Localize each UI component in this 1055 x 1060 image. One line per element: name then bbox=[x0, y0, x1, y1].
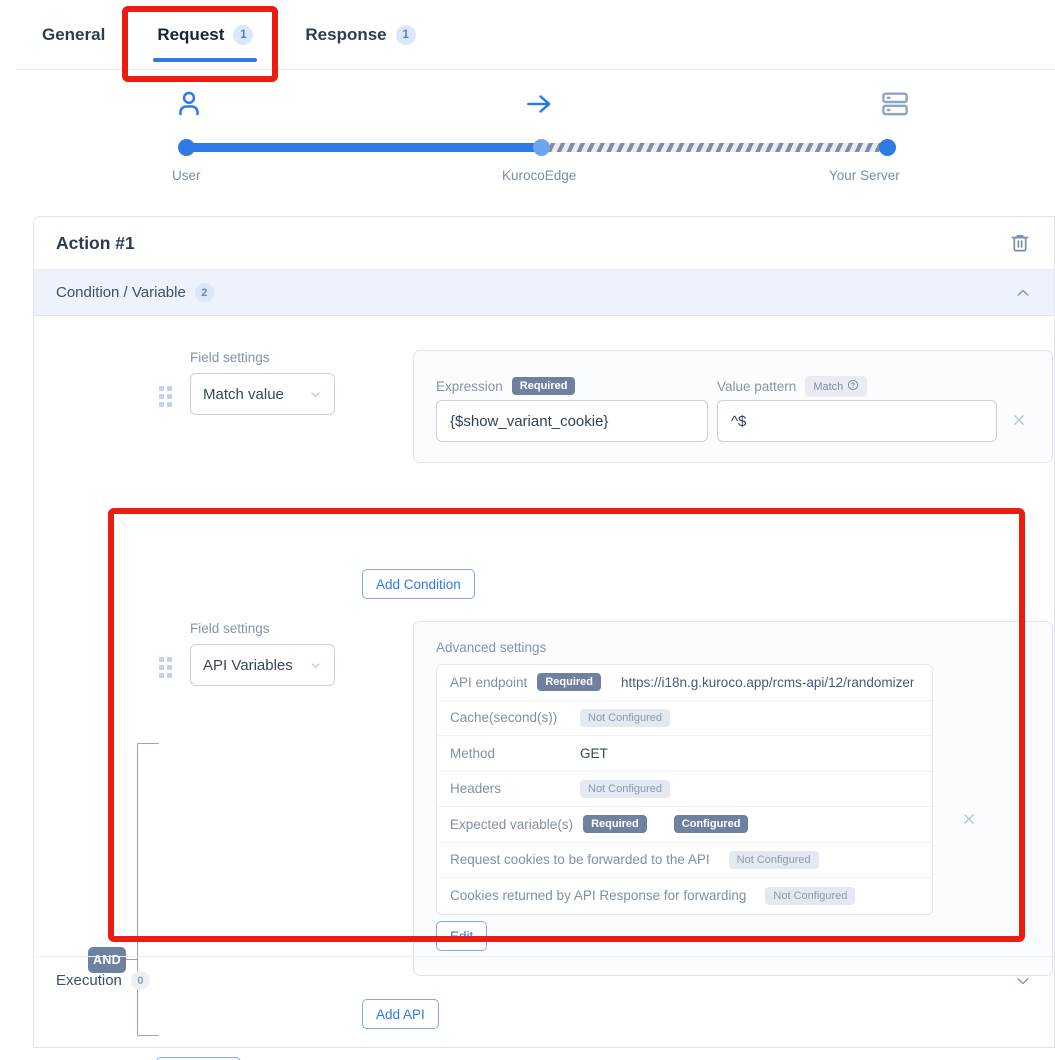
flow-segment-completed bbox=[185, 143, 541, 152]
request-flow-diagram: User KurocoEdge Your Server bbox=[172, 88, 912, 193]
flow-node-user bbox=[178, 139, 195, 156]
field-type-select-1[interactable]: Match value bbox=[190, 373, 335, 415]
expression-label-group: Expression Required bbox=[436, 377, 576, 395]
value-pattern-label-group: Value pattern Match bbox=[717, 376, 868, 397]
table-row: Expected variable(s) Required Configured bbox=[437, 807, 932, 843]
expected-variables-required-badge: Required bbox=[583, 815, 647, 834]
app-root: General Request 1 Response 1 User Kuroco… bbox=[0, 0, 1055, 1060]
tab-bar: General Request 1 Response 1 bbox=[16, 0, 1055, 70]
field-type-value-1: Match value bbox=[203, 385, 284, 403]
value-pattern-match-badge[interactable]: Match bbox=[805, 376, 868, 397]
tab-response[interactable]: Response 1 bbox=[279, 0, 441, 69]
cache-key: Cache(second(s)) bbox=[450, 710, 558, 726]
expression-input[interactable]: {$show_variant_cookie} bbox=[436, 400, 708, 442]
request-cookies-status-badge: Not Configured bbox=[728, 850, 819, 869]
api-endpoint-required-badge: Required bbox=[537, 673, 601, 692]
value-pattern-input[interactable]: ^$ bbox=[717, 400, 997, 442]
add-condition-label: Add Condition bbox=[376, 576, 461, 592]
table-row: Request cookies to be forwarded to the A… bbox=[437, 843, 932, 878]
condition-expression-panel: Expression Required {$show_variant_cooki… bbox=[413, 350, 1053, 463]
flow-segment-pending bbox=[541, 143, 886, 152]
tab-general[interactable]: General bbox=[16, 0, 131, 69]
chevron-down-icon bbox=[309, 659, 322, 672]
drag-handle-icon[interactable] bbox=[159, 386, 173, 407]
table-row: Headers Not Configured bbox=[437, 772, 932, 807]
chevron-up-icon[interactable] bbox=[1014, 284, 1032, 302]
expected-variables-key: Expected variable(s) bbox=[450, 816, 574, 832]
cache-status-badge: Not Configured bbox=[580, 708, 670, 727]
chevron-down-icon bbox=[309, 388, 322, 401]
flow-label-your-server: Your Server bbox=[829, 168, 900, 183]
field-settings-label-2: Field settings bbox=[190, 621, 270, 636]
tab-request[interactable]: Request 1 bbox=[131, 0, 279, 69]
api-endpoint-value: https://i18n.g.kuroco.app/rcms-api/12/ra… bbox=[621, 674, 915, 690]
response-cookies-status-badge: Not Configured bbox=[765, 886, 856, 905]
remove-value-pattern-icon[interactable] bbox=[1010, 411, 1028, 429]
execution-label: Execution bbox=[56, 972, 122, 989]
tab-general-label: General bbox=[42, 24, 106, 44]
flow-progress-track bbox=[172, 139, 898, 156]
arrow-right-icon bbox=[522, 88, 556, 120]
add-condition-button[interactable]: Add Condition bbox=[362, 569, 475, 599]
value-pattern-match-text: Match bbox=[813, 380, 844, 393]
chevron-down-icon[interactable] bbox=[1014, 972, 1032, 990]
execution-count: 0 bbox=[130, 971, 150, 990]
method-value: GET bbox=[580, 745, 608, 761]
tab-response-label: Response bbox=[305, 24, 387, 44]
edit-api-label: Edit bbox=[450, 928, 474, 944]
expected-variables-configured-badge: Configured bbox=[673, 815, 749, 834]
response-cookies-key: Cookies returned by API Response for for… bbox=[450, 888, 747, 904]
table-row: Cache(second(s)) Not Configured bbox=[437, 701, 932, 736]
flow-node-kurocoedge bbox=[533, 139, 550, 156]
table-row: Method GET bbox=[437, 736, 932, 772]
field-type-value-2: API Variables bbox=[203, 656, 293, 674]
request-cookies-key: Request cookies to be forwarded to the A… bbox=[450, 852, 710, 868]
drag-handle-icon[interactable] bbox=[159, 657, 173, 678]
expression-value: {$show_variant_cookie} bbox=[450, 412, 609, 430]
action-card: Action #1 Condition / Variable 2 AND Fie… bbox=[33, 216, 1055, 1060]
expression-label: Expression bbox=[436, 378, 503, 394]
tab-request-count: 1 bbox=[233, 24, 254, 45]
condition-variable-section-header[interactable]: Condition / Variable 2 bbox=[34, 270, 1054, 316]
add-api-label: Add API bbox=[376, 1006, 425, 1022]
user-icon bbox=[172, 88, 206, 120]
api-settings-table: API endpoint Required https://i18n.g.kur… bbox=[436, 664, 933, 915]
edit-api-button[interactable]: Edit bbox=[436, 921, 488, 951]
flow-label-kurocoedge: KurocoEdge bbox=[502, 168, 577, 183]
method-key: Method bbox=[450, 745, 496, 761]
action-header: Action #1 bbox=[34, 217, 1054, 270]
value-pattern-label: Value pattern bbox=[717, 379, 797, 394]
tab-response-count: 1 bbox=[395, 24, 416, 45]
condition-body: AND Field settings Match value Expressio… bbox=[34, 316, 1055, 1060]
execution-section-header[interactable]: Execution 0 bbox=[34, 956, 1054, 1004]
condition-variable-label: Condition / Variable bbox=[56, 284, 186, 301]
headers-status-badge: Not Configured bbox=[580, 779, 670, 798]
expression-required-badge: Required bbox=[511, 377, 576, 395]
field-settings-group-1: Field settings Match value bbox=[190, 350, 335, 415]
condition-row-api-variables: Field settings API Variables Advanced se… bbox=[159, 621, 1055, 976]
table-row: Cookies returned by API Response for for… bbox=[437, 878, 932, 914]
value-pattern-value: ^$ bbox=[731, 412, 747, 430]
remove-api-entry-icon[interactable] bbox=[960, 810, 978, 828]
server-icon bbox=[878, 88, 912, 120]
field-type-select-2[interactable]: API Variables bbox=[190, 644, 335, 686]
table-row: API endpoint Required https://i18n.g.kur… bbox=[437, 665, 932, 701]
advanced-settings-label: Advanced settings bbox=[436, 640, 547, 655]
field-settings-group-2: Field settings API Variables bbox=[190, 621, 335, 686]
flow-node-your-server bbox=[879, 139, 896, 156]
flow-label-user: User bbox=[172, 168, 201, 183]
trash-icon[interactable] bbox=[1008, 231, 1032, 255]
action-title: Action #1 bbox=[56, 232, 135, 253]
condition-variable-count: 2 bbox=[194, 283, 214, 302]
headers-key: Headers bbox=[450, 781, 502, 797]
api-advanced-settings-panel: Advanced settings API endpoint Required … bbox=[413, 621, 1053, 976]
tab-request-label: Request bbox=[157, 24, 225, 44]
api-endpoint-key: API endpoint bbox=[450, 674, 528, 690]
help-circle-icon[interactable] bbox=[847, 379, 859, 394]
field-settings-label-1: Field settings bbox=[190, 350, 270, 365]
condition-row-match-value: Field settings Match value Expression Re… bbox=[159, 350, 1055, 463]
